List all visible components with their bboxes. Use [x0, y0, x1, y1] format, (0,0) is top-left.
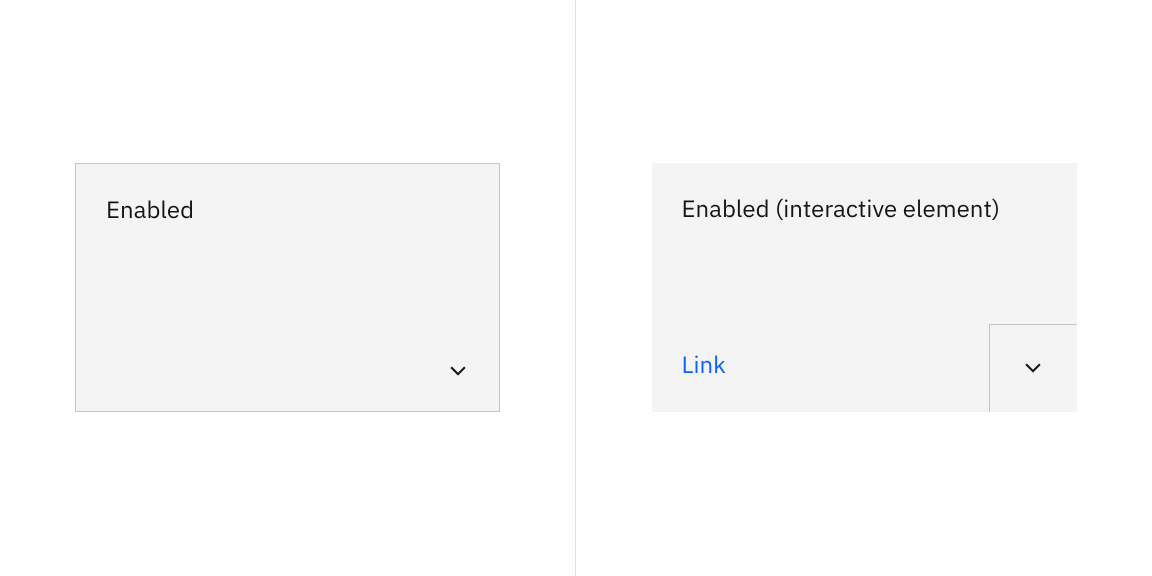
tile-title: Enabled	[106, 194, 194, 225]
expandable-tile-interactive: Enabled (interactive element) Link	[652, 163, 1077, 412]
chevron-down-icon	[447, 359, 469, 381]
expand-button[interactable]	[989, 324, 1077, 412]
chevron-down-icon	[1022, 356, 1044, 381]
tile-title: Enabled (interactive element)	[682, 193, 1000, 224]
left-panel: Enabled	[0, 0, 576, 576]
tile-link[interactable]: Link	[682, 348, 726, 380]
right-panel: Enabled (interactive element) Link	[576, 0, 1152, 576]
expandable-tile-enabled[interactable]: Enabled	[75, 163, 500, 412]
